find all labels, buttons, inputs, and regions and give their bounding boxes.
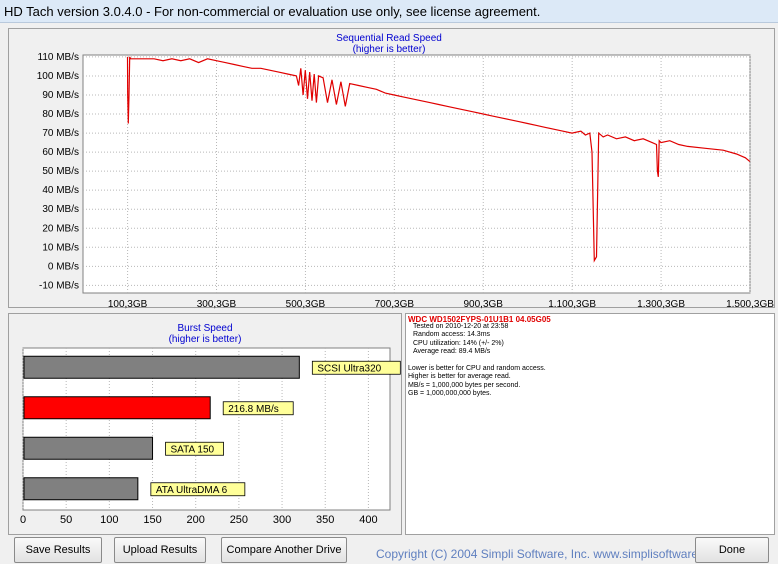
seq-chart-subtitle: (higher is better): [353, 44, 426, 55]
seq-x-tick-label: 700,3GB: [375, 299, 415, 309]
seq-x-tick-label: 500,3GB: [286, 299, 326, 309]
burst-bar-label: SCSI Ultra320: [317, 363, 381, 374]
seq-y-tick-label: 60 MB/s: [42, 147, 79, 158]
drive-info-panel: WDC WD1502FYPS-01U1B1 04.05G05 Tested on…: [405, 313, 775, 535]
drive-info-line: Higher is better for average read.: [408, 373, 511, 381]
seq-y-tick-label: 10 MB/s: [42, 242, 79, 253]
burst-x-tick-label: 350: [316, 514, 334, 526]
seq-x-tick-label: 300,3GB: [197, 299, 237, 309]
seq-y-tick-label: 20 MB/s: [42, 223, 79, 234]
burst-x-axis: 0 50 100 150 200 250 300 350 400: [20, 514, 378, 526]
seq-y-tick-label: 40 MB/s: [42, 185, 79, 196]
upload-results-button[interactable]: Upload Results: [114, 537, 206, 563]
seq-chart-title: Sequential Read Speed: [336, 33, 442, 44]
drive-info-line: Random access: 14.3ms: [413, 331, 491, 339]
window-title: HD Tach version 3.0.4.0 - For non-commer…: [4, 4, 541, 19]
seq-x-tick-label: 1.300,3GB: [637, 299, 685, 309]
sequential-read-chart: Sequential Read Speed (higher is better)…: [37, 33, 774, 309]
burst-x-tick-label: 100: [100, 514, 118, 526]
seq-x-tick-label: 100,3GB: [108, 299, 148, 309]
burst-bar-label: ATA UltraDMA 6: [156, 485, 228, 496]
seq-y-tick-label: 80 MB/s: [42, 109, 79, 120]
seq-y-tick-label: 70 MB/s: [42, 128, 79, 139]
seq-x-tick-label: 1.100,3GB: [548, 299, 596, 309]
title-bar: HD Tach version 3.0.4.0 - For non-commer…: [0, 0, 778, 23]
done-button[interactable]: Done: [695, 537, 769, 563]
drive-info-line: GB = 1,000,000,000 bytes.: [408, 390, 492, 398]
seq-y-tick-label: 100 MB/s: [37, 71, 79, 82]
seq-y-tick-label: 90 MB/s: [42, 90, 79, 101]
drive-info-line: Lower is better for CPU and random acces…: [408, 365, 546, 372]
save-results-button[interactable]: Save Results: [14, 537, 102, 563]
seq-plot-area: [82, 54, 751, 294]
sequential-read-panel: Sequential Read Speed (higher is better)…: [8, 28, 775, 309]
burst-x-tick-label: 250: [230, 514, 248, 526]
burst-bar: [23, 477, 139, 501]
seq-y-tick-label: 110 MB/s: [38, 52, 80, 63]
burst-x-tick-label: 200: [187, 514, 205, 526]
burst-chart-title: Burst Speed: [177, 323, 232, 334]
seq-x-tick-label: 900,3GB: [464, 299, 504, 309]
burst-x-tick-label: 300: [273, 514, 291, 526]
burst-bar: [23, 396, 211, 420]
burst-speed-chart: Burst Speed (higher is better) SCSI Ultr…: [20, 323, 401, 526]
seq-x-axis: 100,3GB 300,3GB 500,3GB 700,3GB 900,3GB 1.100…: [108, 299, 774, 309]
drive-info-line: CPU utilization: 14% (+/- 2%): [413, 339, 504, 347]
burst-chart-subtitle: (higher is better): [169, 334, 242, 345]
burst-x-tick-label: 50: [60, 514, 72, 526]
drive-info-line: Tested on 2010-12-20 at 23:58: [413, 323, 509, 330]
burst-bar-label: 216.8 MB/s: [228, 404, 279, 415]
burst-x-tick-label: 400: [359, 514, 377, 526]
burst-speed-panel: Burst Speed (higher is better) SCSI Ultr…: [8, 313, 402, 535]
seq-y-axis: 110 MB/s 100 MB/s 90 MB/s 80 MB/s 70 MB/s 60 …: [37, 52, 79, 291]
drive-info-line: Average read: 89.4 MB/s: [413, 348, 491, 356]
compare-another-drive-button[interactable]: Compare Another Drive: [221, 537, 347, 563]
seq-y-tick-label: -10 MB/s: [39, 280, 79, 291]
burst-bar: [23, 436, 154, 460]
burst-bar: [23, 355, 300, 379]
seq-y-tick-label: 50 MB/s: [42, 166, 79, 177]
copyright-text: Copyright (C) 2004 Simpli Software, Inc.…: [376, 547, 699, 561]
seq-y-tick-label: 30 MB/s: [42, 204, 79, 215]
seq-y-tick-label: 0 MB/s: [48, 261, 79, 272]
drive-info-line: MB/s = 1,000,000 bytes per second.: [408, 381, 521, 389]
burst-x-tick-label: 0: [20, 514, 26, 526]
seq-x-tick-label: 1.500,3GB: [726, 299, 774, 309]
burst-bar-label: SATA 150: [171, 444, 215, 455]
burst-x-tick-label: 150: [143, 514, 161, 526]
